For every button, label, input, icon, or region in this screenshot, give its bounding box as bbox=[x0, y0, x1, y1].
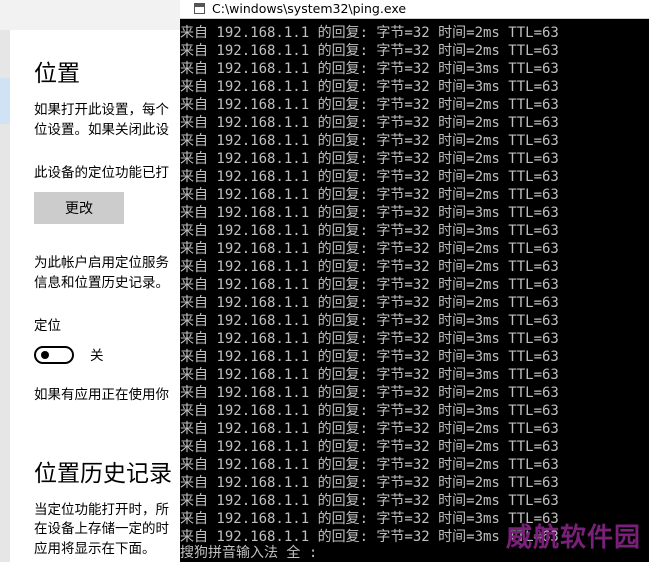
history-description-line3: 应用将显示在下面。 bbox=[34, 541, 156, 557]
location-toggle[interactable] bbox=[34, 346, 74, 364]
history-description-line2: 在设备上存储一定的时 bbox=[34, 521, 169, 537]
console-line: 来自 192.168.1.1 的回复: 字节=32 时间=2ms TTL=63 bbox=[180, 493, 559, 509]
console-title: C:\windows\system32\ping.exe bbox=[212, 1, 407, 16]
console-titlebar[interactable]: C:\windows\system32\ping.exe bbox=[180, 0, 649, 19]
settings-nav-selected[interactable] bbox=[0, 78, 10, 124]
console-line: 来自 192.168.1.1 的回复: 字节=32 时间=2ms TTL=63 bbox=[180, 277, 559, 293]
console-line: 来自 192.168.1.1 的回复: 字节=32 时间=2ms TTL=63 bbox=[180, 457, 559, 473]
console-line: 来自 192.168.1.1 的回复: 字节=32 时间=2ms TTL=63 bbox=[180, 259, 559, 275]
console-line: 来自 192.168.1.1 的回复: 字节=32 时间=3ms TTL=63 bbox=[180, 367, 559, 383]
console-line: 来自 192.168.1.1 的回复: 字节=32 时间=2ms TTL=63 bbox=[180, 241, 559, 257]
console-line: 来自 192.168.1.1 的回复: 字节=32 时间=2ms TTL=63 bbox=[180, 25, 559, 41]
console-line: 来自 192.168.1.1 的回复: 字节=32 时间=2ms TTL=63 bbox=[180, 439, 559, 455]
console-line: 来自 192.168.1.1 的回复: 字节=32 时间=2ms TTL=63 bbox=[180, 43, 559, 59]
device-location-status: 此设备的定位功能已打 bbox=[34, 165, 169, 181]
console-line: 来自 192.168.1.1 的回复: 字节=32 时间=3ms TTL=63 bbox=[180, 349, 559, 365]
console-line: 来自 192.168.1.1 的回复: 字节=32 时间=2ms TTL=63 bbox=[180, 475, 559, 491]
console-line: 来自 192.168.1.1 的回复: 字节=32 时间=2ms TTL=63 bbox=[180, 115, 559, 131]
console-line: 来自 192.168.1.1 的回复: 字节=32 时间=2ms TTL=63 bbox=[180, 97, 559, 113]
console-line: 来自 192.168.1.1 的回复: 字节=32 时间=3ms TTL=63 bbox=[180, 61, 559, 77]
console-line: 来自 192.168.1.1 的回复: 字节=32 时间=2ms TTL=63 bbox=[180, 133, 559, 149]
location-history-title: 位置历史记录 bbox=[34, 461, 172, 487]
console-line: 来自 192.168.1.1 的回复: 字节=32 时间=3ms TTL=63 bbox=[180, 223, 559, 239]
account-location-line1: 为此帐户启用定位服务 bbox=[34, 255, 169, 271]
ping-console-window[interactable]: C:\windows\system32\ping.exe 来自 192.168.… bbox=[180, 0, 649, 562]
console-line: 来自 192.168.1.1 的回复: 字节=32 时间=2ms TTL=63 bbox=[180, 169, 559, 185]
console-line: 来自 192.168.1.1 的回复: 字节=32 时间=2ms TTL=63 bbox=[180, 295, 559, 311]
console-app-icon bbox=[194, 3, 205, 14]
console-line: 来自 192.168.1.1 的回复: 字节=32 时间=2ms TTL=63 bbox=[180, 385, 559, 401]
history-description-line1: 当定位功能打开时，所 bbox=[34, 502, 169, 518]
toggle-state-label: 关 bbox=[90, 348, 104, 364]
location-description-line1: 如果打开此设置，每个 bbox=[34, 102, 169, 118]
console-line: 来自 192.168.1.1 的回复: 字节=32 时间=2ms TTL=63 bbox=[180, 187, 559, 203]
location-label: 定位 bbox=[34, 318, 61, 334]
console-line: 来自 192.168.1.1 的回复: 字节=32 时间=2ms TTL=63 bbox=[180, 421, 559, 437]
console-line: 来自 192.168.1.1 的回复: 字节=32 时间=3ms TTL=63 bbox=[180, 313, 559, 329]
toggle-knob bbox=[41, 351, 49, 359]
change-button[interactable]: 更改 bbox=[34, 192, 124, 224]
console-line: 来自 192.168.1.1 的回复: 字节=32 时间=3ms TTL=63 bbox=[180, 331, 559, 347]
ime-status-bar: 搜狗拼音输入法 全 : bbox=[180, 545, 318, 561]
console-line: 来自 192.168.1.1 的回复: 字节=32 时间=3ms TTL=63 bbox=[180, 403, 559, 419]
location-description-line2: 位设置。如果关闭此设 bbox=[34, 122, 169, 138]
console-line: 来自 192.168.1.1 的回复: 字节=32 时间=2ms TTL=63 bbox=[180, 151, 559, 167]
console-line: 来自 192.168.1.1 的回复: 字节=32 时间=3ms TTL=63 bbox=[180, 79, 559, 95]
page-title: 位置 bbox=[34, 61, 80, 87]
account-location-line2: 信息和位置历史记录。 bbox=[34, 275, 169, 291]
watermark-logo: 威航软件园 bbox=[505, 523, 641, 553]
console-line: 来自 192.168.1.1 的回复: 字节=32 时间=3ms TTL=63 bbox=[180, 205, 559, 221]
console-output: 来自 192.168.1.1 的回复: 字节=32 时间=2ms TTL=63 来… bbox=[180, 24, 559, 546]
apps-using-location: 如果有应用正在使用你 bbox=[34, 387, 169, 403]
console-line: 来自 192.168.1.1 的回复: 字节=32 时间=3ms TTL=63 bbox=[180, 511, 559, 527]
